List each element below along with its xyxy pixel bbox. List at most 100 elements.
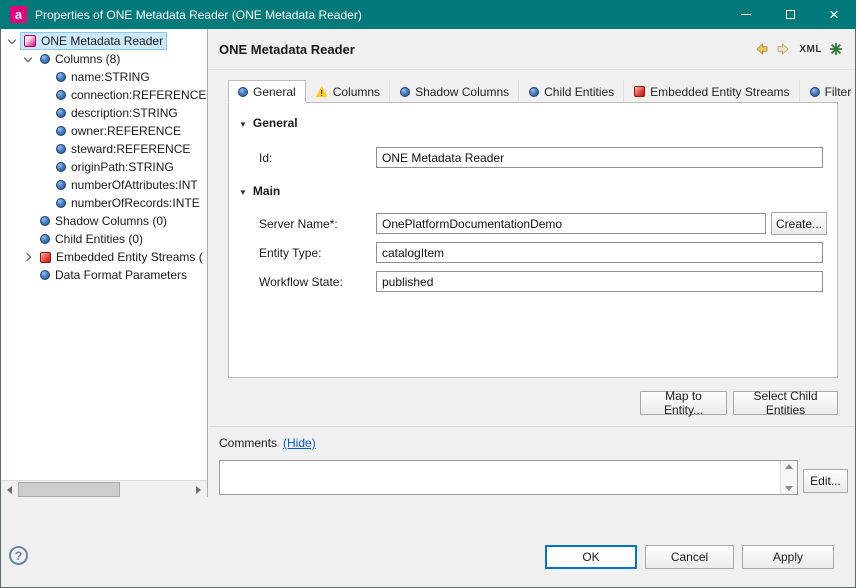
- header-toolbar: XML: [753, 41, 855, 57]
- minimize-button[interactable]: [724, 0, 768, 29]
- blue-dot-icon: [810, 87, 820, 97]
- blue-dot-icon: [56, 198, 66, 208]
- scroll-right-button[interactable]: [190, 481, 207, 497]
- scroll-left-icon: [7, 486, 12, 494]
- tree-chevron-icon[interactable]: [20, 57, 36, 61]
- help-icon: ?: [15, 549, 22, 563]
- tree-item-numberofattributes-int[interactable]: numberOfAttributes:INT: [1, 176, 207, 194]
- close-icon: [829, 6, 839, 23]
- tree-item-name-string[interactable]: name:STRING: [1, 68, 207, 86]
- blue-dot-icon: [56, 108, 66, 118]
- server-name-label: Server Name*:: [259, 217, 338, 231]
- tree-item-owner-reference[interactable]: owner:REFERENCE: [1, 122, 207, 140]
- scroll-left-button[interactable]: [1, 481, 18, 497]
- properties-dialog: a Properties of ONE Metadata Reader (ONE…: [0, 0, 856, 588]
- entity-type-label: Entity Type:: [259, 246, 321, 260]
- map-to-entity-button[interactable]: Map to Entity...: [640, 391, 727, 415]
- comments-scrollbar[interactable]: [780, 461, 797, 494]
- blue-dot-icon: [40, 54, 50, 64]
- entity-type-input[interactable]: [376, 242, 823, 263]
- tree-item-columns-8[interactable]: Columns (8): [1, 50, 207, 68]
- tree-item-shadow-columns-0[interactable]: Shadow Columns (0): [1, 212, 207, 230]
- minimize-icon: [741, 14, 751, 15]
- tree-item-steward-reference[interactable]: steward:REFERENCE: [1, 140, 207, 158]
- back-arrow-icon: [753, 41, 769, 57]
- apply-button[interactable]: Apply: [742, 545, 834, 569]
- general-tab-panel: General Id: Main Server Name*: Create...…: [228, 102, 838, 378]
- tree-horizontal-scrollbar[interactable]: [1, 480, 207, 497]
- blue-dot-icon: [529, 87, 539, 97]
- blue-dot-icon: [56, 180, 66, 190]
- comments-label: Comments: [219, 436, 277, 450]
- main-section-header[interactable]: Main: [239, 184, 280, 198]
- forward-button[interactable]: [776, 41, 792, 57]
- tree-item-one-metadata-reader[interactable]: ONE Metadata Reader: [1, 32, 207, 50]
- back-button[interactable]: [753, 41, 769, 57]
- blue-dot-icon: [40, 234, 50, 244]
- comments-textarea[interactable]: [219, 460, 798, 495]
- help-button[interactable]: ?: [9, 546, 28, 565]
- xml-view-button[interactable]: XML: [799, 44, 822, 55]
- workflow-state-label: Workflow State:: [259, 275, 343, 289]
- tab-filter[interactable]: Filter: [800, 80, 856, 103]
- refresh-sparkle-button[interactable]: [829, 42, 843, 56]
- page-title: ONE Metadata Reader: [219, 42, 355, 57]
- tree-item-originpath-string[interactable]: originPath:STRING: [1, 158, 207, 176]
- tab-embedded-entity-streams[interactable]: Embedded Entity Streams: [624, 80, 799, 103]
- entity-red-icon: [40, 252, 51, 263]
- tab-bar: General Columns Shadow Columns Child Ent…: [228, 80, 856, 103]
- tab-child-entities[interactable]: Child Entities: [519, 80, 624, 103]
- window-controls: [724, 0, 856, 29]
- tree-item-description-string[interactable]: description:STRING: [1, 104, 207, 122]
- scroll-thumb[interactable]: [18, 482, 120, 497]
- metadata-tree: ONE Metadata Reader Columns (8) name:STR…: [1, 29, 208, 497]
- create-button[interactable]: Create...: [771, 212, 827, 235]
- general-section-header[interactable]: General: [239, 116, 298, 130]
- maximize-icon: [786, 10, 795, 19]
- id-label: Id:: [259, 151, 272, 165]
- tab-general[interactable]: General: [228, 80, 306, 103]
- blue-dot-icon: [56, 90, 66, 100]
- workflow-state-input[interactable]: [376, 271, 823, 292]
- hide-comments-link[interactable]: (Hide): [283, 436, 316, 450]
- comments-separator: [209, 426, 855, 427]
- section-title: General: [253, 116, 298, 130]
- sparkle-icon: [829, 42, 843, 56]
- app-logo-icon: a: [10, 6, 27, 23]
- tab-shadow-columns[interactable]: Shadow Columns: [390, 80, 519, 103]
- close-button[interactable]: [812, 0, 856, 29]
- blue-dot-icon: [40, 270, 50, 280]
- ok-button[interactable]: OK: [545, 545, 637, 569]
- scroll-right-icon: [196, 486, 201, 494]
- scroll-down-icon[interactable]: [785, 486, 793, 491]
- blue-dot-icon: [40, 216, 50, 226]
- tree-item-embedded-entity-streams[interactable]: Embedded Entity Streams (: [1, 248, 207, 266]
- tree-chevron-icon[interactable]: [4, 39, 20, 43]
- tree-item-data-format-parameters[interactable]: Data Format Parameters: [1, 266, 207, 284]
- blue-dot-icon: [56, 144, 66, 154]
- titlebar: a Properties of ONE Metadata Reader (ONE…: [0, 0, 856, 29]
- blue-dot-icon: [56, 72, 66, 82]
- tree-item-numberofrecords-inte[interactable]: numberOfRecords:INTE: [1, 194, 207, 212]
- entity-magenta-icon: [24, 35, 36, 47]
- tab-columns[interactable]: Columns: [306, 80, 390, 103]
- select-child-entities-button[interactable]: Select Child Entities: [733, 391, 838, 415]
- server-name-input[interactable]: [376, 213, 766, 234]
- blue-dot-icon: [56, 126, 66, 136]
- forward-arrow-icon: [776, 41, 792, 57]
- section-title: Main: [253, 184, 280, 198]
- warning-icon: [316, 86, 328, 97]
- scroll-up-icon[interactable]: [785, 464, 793, 469]
- edit-comments-button[interactable]: Edit...: [803, 469, 848, 493]
- collapse-arrow-icon: [239, 116, 247, 130]
- collapse-arrow-icon: [239, 184, 247, 198]
- blue-dot-icon: [400, 87, 410, 97]
- entity-red-icon: [634, 86, 645, 97]
- maximize-button[interactable]: [768, 0, 812, 29]
- tree-chevron-icon[interactable]: [20, 254, 36, 260]
- window-title: Properties of ONE Metadata Reader (ONE M…: [35, 8, 362, 22]
- id-input[interactable]: [376, 147, 823, 168]
- cancel-button[interactable]: Cancel: [645, 545, 734, 569]
- tree-item-child-entities-0[interactable]: Child Entities (0): [1, 230, 207, 248]
- tree-item-connection-reference[interactable]: connection:REFERENCE: [1, 86, 207, 104]
